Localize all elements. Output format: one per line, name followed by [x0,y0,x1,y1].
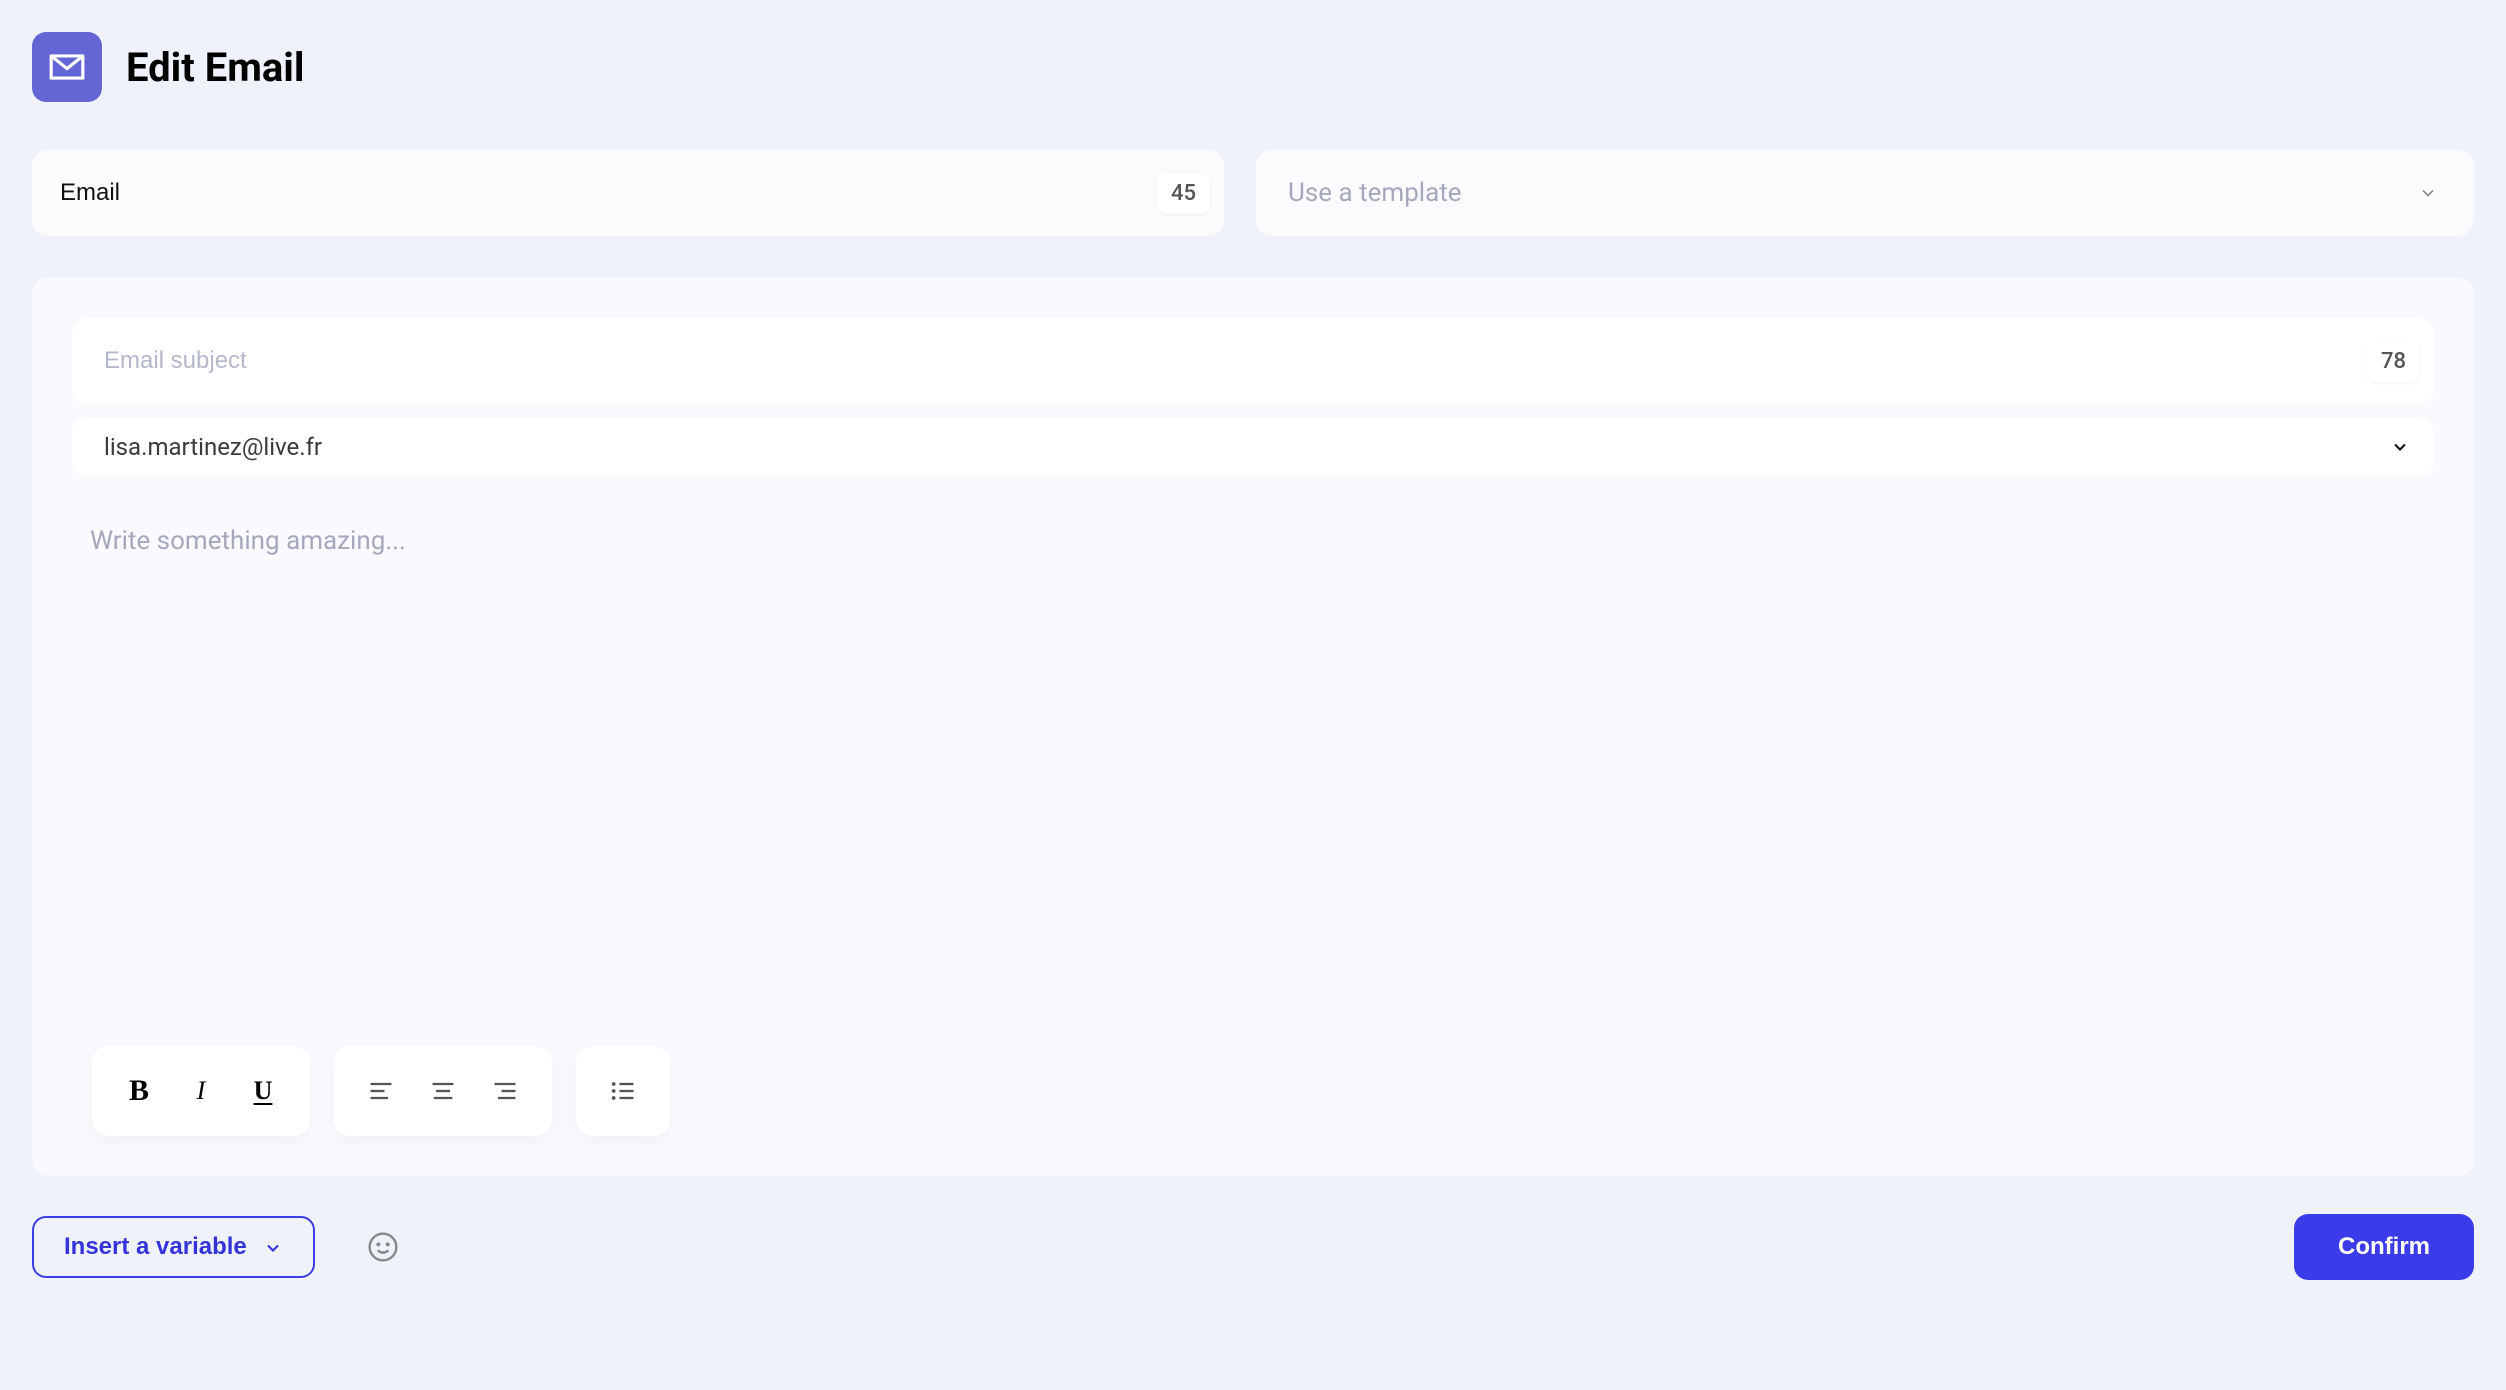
sender-select-value: lisa.martinez@live.fr [104,433,322,461]
list-button[interactable] [592,1060,654,1122]
list-group [576,1046,670,1136]
insert-variable-label: Insert a variable [64,1233,247,1261]
bold-icon: B [129,1074,149,1108]
formatting-toolbar: B I U [72,1046,2434,1136]
email-name-input-wrapper: 45 [32,150,1224,236]
footer-left: Insert a variable [32,1216,401,1278]
email-name-input[interactable] [60,179,1157,207]
confirm-button[interactable]: Confirm [2294,1214,2474,1280]
smile-icon [367,1231,399,1263]
email-name-count-badge: 45 [1157,173,1210,214]
email-body-editor[interactable]: Write something amazing... [42,506,2464,1046]
alignment-group [334,1046,552,1136]
align-right-icon [491,1077,519,1105]
subject-input-wrapper: 78 [72,318,2434,404]
sender-select[interactable]: lisa.martinez@live.fr [72,418,2434,476]
align-center-icon [429,1077,457,1105]
template-select-placeholder: Use a template [1288,178,1462,208]
align-center-button[interactable] [412,1060,474,1122]
chevron-down-icon [2418,183,2438,203]
chevron-down-icon [2390,437,2410,457]
page-title: Edit Email [126,44,304,91]
footer-row: Insert a variable Confirm [32,1214,2474,1280]
list-icon [609,1077,637,1105]
body-placeholder: Write something amazing... [90,526,2416,556]
emoji-button[interactable] [365,1229,401,1265]
chevron-down-icon [263,1237,283,1257]
text-style-group: B I U [92,1046,310,1136]
italic-icon: I [197,1076,206,1106]
italic-button[interactable]: I [170,1060,232,1122]
align-right-button[interactable] [474,1060,536,1122]
subject-count-badge: 78 [2367,341,2420,382]
bold-button[interactable]: B [108,1060,170,1122]
editor-card: 78 lisa.martinez@live.fr Write something… [32,278,2474,1176]
page-header: Edit Email [32,32,2474,102]
insert-variable-button[interactable]: Insert a variable [32,1216,315,1278]
template-select[interactable]: Use a template [1256,150,2474,236]
align-left-icon [367,1077,395,1105]
underline-icon: U [254,1076,273,1106]
subject-input[interactable] [104,347,2367,375]
underline-button[interactable]: U [232,1060,294,1122]
email-app-icon [32,32,102,102]
top-row: 45 Use a template [32,150,2474,236]
align-left-button[interactable] [350,1060,412,1122]
